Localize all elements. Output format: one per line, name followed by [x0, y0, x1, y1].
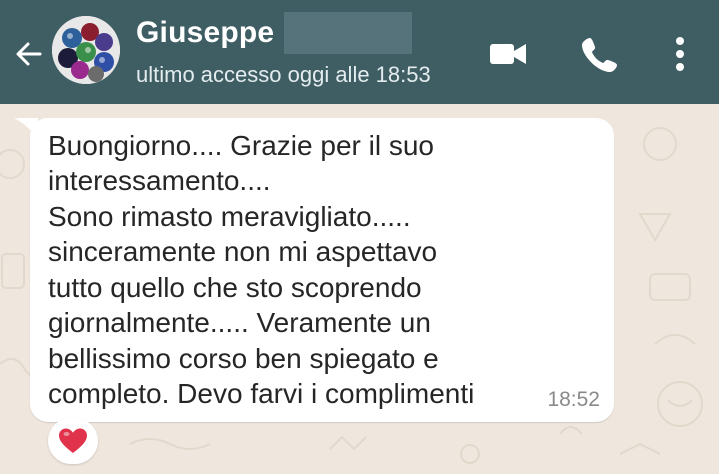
message-line: interessamento....	[48, 165, 271, 196]
name-redaction	[284, 12, 412, 54]
video-call-icon	[490, 44, 526, 64]
incoming-message-bubble[interactable]: Buongiorno.... Grazie per il suo interes…	[30, 118, 614, 422]
message-reaction[interactable]	[48, 418, 98, 464]
message-line: giornalmente..... Veramente un	[48, 307, 431, 338]
voice-call-button[interactable]	[578, 32, 622, 76]
back-button[interactable]	[10, 34, 50, 74]
message-timestamp: 18:52	[547, 388, 600, 411]
message-line: tutto quello che sto scoprendo	[48, 272, 422, 303]
contact-avatar[interactable]	[52, 16, 120, 84]
more-vertical-icon	[676, 37, 684, 71]
message-line: sinceramente non mi aspettavo	[48, 236, 438, 267]
video-call-button[interactable]	[486, 32, 530, 76]
message-line: Buongiorno.... Grazie per il suo	[48, 130, 434, 161]
phone-icon	[582, 38, 617, 72]
chat-header: Giuseppe ultimo accesso oggi alle 18:53	[0, 0, 719, 104]
message-line: Sono rimasto meravigliato.....	[48, 201, 411, 232]
heart-icon	[59, 428, 87, 453]
back-arrow-icon	[16, 42, 42, 66]
last-seen-status: ultimo accesso oggi alle 18:53	[136, 62, 431, 87]
avatar-image	[52, 16, 120, 84]
contact-name[interactable]: Giuseppe	[136, 16, 274, 50]
more-options-button[interactable]	[658, 32, 702, 76]
message-line: completo. Devo farvi i complimenti	[48, 378, 475, 409]
message-line: bellissimo corso ben spiegato e	[48, 343, 439, 374]
